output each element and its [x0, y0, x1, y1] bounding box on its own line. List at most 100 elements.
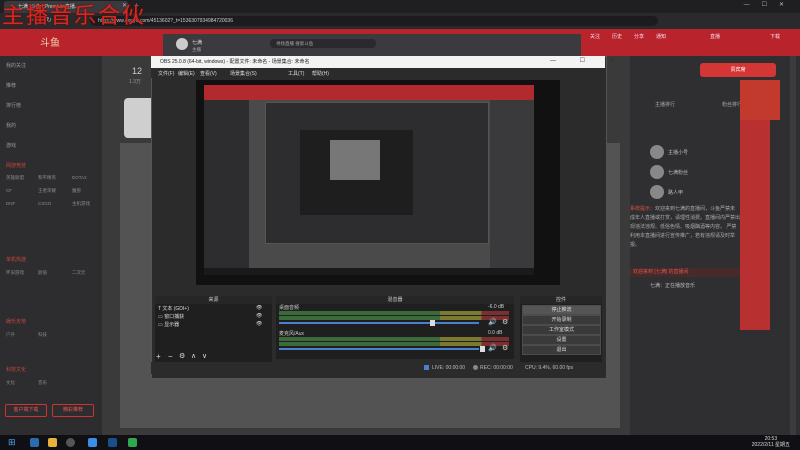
sidebar-grid-item[interactable]: CSGO	[38, 201, 51, 206]
stop-streaming-button[interactable]: 停止推流	[522, 305, 601, 315]
sidebar-item-follow[interactable]: 我的关注	[6, 62, 26, 69]
featured-button[interactable]: 精彩推荐	[52, 404, 94, 417]
gear-icon[interactable]: ⚙	[502, 318, 508, 326]
mixer-channel-label: 麦克风/Aux	[279, 331, 305, 337]
promo-banner[interactable]	[740, 120, 770, 330]
sidebar-grid-item[interactable]: 主机游戏	[72, 201, 90, 207]
gear-icon[interactable]: ⚙	[502, 344, 508, 352]
site-logo[interactable]: 斗鱼	[40, 34, 60, 49]
sidebar-item-rank[interactable]: 排行榜	[6, 102, 21, 109]
sidebar-grid-item[interactable]: 魔兽	[72, 188, 81, 194]
tab-fan-rank[interactable]: 粉丝排行	[722, 101, 742, 108]
mixer-dock-title: 混音器	[276, 296, 514, 304]
sidebar-item-recommend[interactable]: 推荐	[6, 82, 16, 89]
preview-nested-obs-deep	[330, 140, 380, 180]
edge-icon[interactable]	[30, 438, 39, 447]
sidebar-grid-item[interactable]: 颜值	[38, 270, 47, 276]
gear-icon[interactable]: ⚙	[179, 352, 185, 360]
move-up-icon[interactable]: ∧	[191, 352, 196, 360]
promo-banner-top[interactable]	[740, 80, 780, 120]
source-item[interactable]: ▭ 显示器	[158, 321, 179, 328]
shield-icon[interactable]	[128, 438, 137, 447]
header-notify[interactable]: 通知	[656, 33, 666, 40]
remove-source-button[interactable]: −	[168, 352, 173, 361]
sidebar-grid-item[interactable]: 和平精英	[38, 175, 56, 181]
header-history[interactable]: 历史	[612, 33, 622, 40]
folder-icon[interactable]	[48, 438, 57, 447]
settings-button[interactable]: 设置	[522, 335, 601, 345]
sidebar-grid-item[interactable]: DOTA2	[72, 175, 87, 180]
eye-icon[interactable]: 👁	[256, 321, 262, 327]
obs-user-name: 七满	[192, 40, 203, 46]
sidebar-section-4: 科技文化	[6, 367, 27, 373]
sidebar	[0, 56, 102, 435]
avatar[interactable]	[650, 145, 664, 159]
menu-tools[interactable]: 工具(T)	[288, 70, 304, 77]
sidebar-grid-item[interactable]: CF	[6, 188, 12, 193]
studio-mode-button[interactable]: 工作室模式	[522, 325, 601, 335]
avatar[interactable]	[650, 185, 664, 199]
sidebar-grid-item[interactable]: 文化	[6, 380, 15, 386]
obs-app-icon[interactable]	[66, 438, 75, 447]
sidebar-grid-item[interactable]: 二次元	[72, 270, 86, 276]
avatar[interactable]	[650, 165, 664, 179]
mixer-channel-db: 0.0 dB	[488, 330, 503, 336]
vip-button[interactable]: 贵宾席	[700, 63, 776, 77]
url-field[interactable]: https://www.douyu.com/4513602?_t=1536307…	[90, 16, 658, 26]
header-follow[interactable]: 关注	[590, 33, 600, 40]
move-down-icon[interactable]: ∨	[202, 352, 207, 360]
sidebar-item-game[interactable]: 游戏	[6, 142, 16, 149]
volume-slider-knob[interactable]	[480, 346, 485, 352]
sidebar-grid-item[interactable]: 科技	[38, 332, 47, 338]
speaker-icon[interactable]: 🔊	[488, 344, 497, 352]
sidebar-grid-item[interactable]: 怀旧游戏	[6, 270, 24, 276]
add-source-button[interactable]: +	[156, 352, 161, 361]
menu-scene-collection[interactable]: 场景集合(S)	[230, 70, 257, 77]
sidebar-grid-item[interactable]: 音乐	[38, 380, 47, 386]
menu-help[interactable]: 帮助(H)	[312, 70, 329, 77]
source-item[interactable]: T 文本 (GDI+)	[158, 305, 189, 312]
obs-window-controls[interactable]: — ☐ ✕	[550, 57, 625, 64]
menu-file[interactable]: 文件(F)	[158, 70, 174, 77]
menu-view[interactable]: 查看(V)	[200, 70, 217, 77]
header-download[interactable]: 下载	[770, 33, 780, 40]
preview-header	[204, 85, 534, 100]
start-recording-button[interactable]: 开始录制	[522, 315, 601, 325]
header-live[interactable]: 直播	[710, 33, 720, 40]
sidebar-section-1: 网游竞技	[6, 163, 27, 169]
preview-right-panel	[490, 100, 534, 275]
steam-icon[interactable]	[108, 438, 117, 447]
volume-slider-knob[interactable]	[430, 320, 435, 326]
window-icon: ▭	[158, 314, 163, 320]
scrollbar[interactable]	[790, 56, 796, 435]
avatar[interactable]	[176, 38, 188, 50]
fan-name: 七满粉丝	[668, 170, 689, 176]
sidebar-grid-item[interactable]: 户外	[6, 332, 15, 338]
header-share[interactable]: 分享	[634, 33, 644, 40]
sidebar-item-mine[interactable]: 我的	[6, 122, 16, 129]
client-download-button[interactable]: 客户端下载	[5, 404, 47, 417]
search-input[interactable]: 寻找直播 搜索斗鱼	[270, 39, 376, 48]
tab-anchor-rank[interactable]: 主播排行	[655, 101, 675, 108]
room-heat: 1.3万	[129, 79, 141, 85]
system-clock[interactable]: 20:53 2022/2/11 星期五	[752, 436, 790, 448]
source-label: 窗口捕获	[164, 314, 185, 320]
windows-start-icon[interactable]: ⊞	[8, 437, 16, 448]
volume-meter	[279, 342, 509, 346]
browser-app-icon[interactable]	[88, 438, 97, 447]
exit-button[interactable]: 退出	[522, 345, 601, 355]
cpu-fps: CPU: 9.4%, 60.00 fps	[525, 365, 574, 371]
eye-icon[interactable]: 👁	[256, 305, 262, 311]
sidebar-grid-item[interactable]: DNF	[6, 201, 15, 206]
source-item[interactable]: ▭ 窗口捕获	[158, 313, 184, 320]
eye-icon[interactable]: 👁	[256, 313, 262, 319]
volume-slider[interactable]	[279, 322, 479, 324]
speaker-icon[interactable]: 🔊	[488, 318, 497, 326]
window-controls[interactable]: —☐✕	[744, 1, 796, 8]
sidebar-grid-item[interactable]: 英雄联盟	[6, 175, 24, 181]
volume-slider[interactable]	[279, 348, 479, 350]
chat-nick[interactable]: 系统提示：	[630, 206, 655, 212]
menu-edit[interactable]: 编辑(E)	[178, 70, 195, 77]
mixer-channel-label: 桌面音频	[279, 305, 300, 311]
sidebar-grid-item[interactable]: 王者荣耀	[38, 188, 56, 194]
